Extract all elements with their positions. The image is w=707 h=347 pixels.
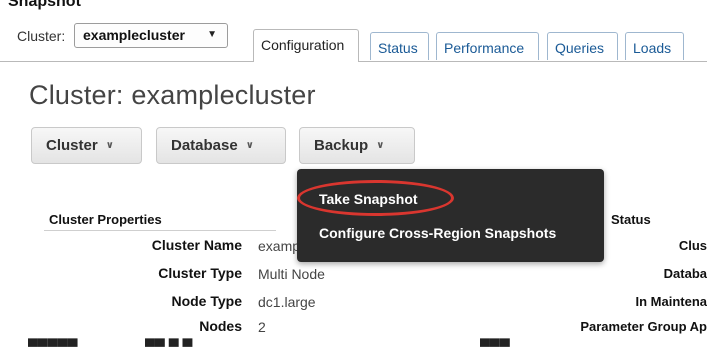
cropped-heading: Snapshot <box>0 0 707 14</box>
cluster-select[interactable]: examplecluster ▼ <box>74 23 228 48</box>
caret-down-icon: ▼ <box>207 29 217 40</box>
cluster-button[interactable]: Cluster ∨ <box>31 127 142 164</box>
status-label: Databa <box>663 266 707 281</box>
property-label: Cluster Type <box>158 265 242 281</box>
tab-label: Configuration <box>261 37 345 53</box>
menu-item-configure-cross-region-snapshots[interactable]: Configure Cross-Region Snapshots <box>319 225 556 241</box>
property-value: 2 <box>258 319 266 335</box>
status-label: Clus <box>678 238 707 253</box>
tab-status[interactable]: Status <box>370 32 429 60</box>
cluster-select-label: Cluster: <box>17 28 66 44</box>
database-button[interactable]: Database ∨ <box>156 127 286 164</box>
chevron-down-icon: ∨ <box>105 140 114 151</box>
cluster-properties-title: Cluster Properties <box>49 212 162 227</box>
backup-button-label: Backup <box>314 137 369 154</box>
cluster-select-value: examplecluster <box>83 27 185 43</box>
chevron-down-icon: ∨ <box>245 140 254 151</box>
cluster-properties-divider <box>44 230 276 231</box>
highlight-ring <box>297 180 454 216</box>
cluster-status-title: Status <box>611 212 651 227</box>
property-label: Cluster Name <box>151 237 242 253</box>
chevron-down-icon: ∨ <box>376 140 385 151</box>
cluster-button-label: Cluster <box>46 137 98 154</box>
tab-loads[interactable]: Loads <box>625 32 684 60</box>
property-value: examp <box>258 238 301 254</box>
property-label: Nodes <box>199 318 242 334</box>
status-label: In Maintena <box>635 294 707 309</box>
cropped-heading-text: Snapshot <box>8 0 81 10</box>
tab-configuration[interactable]: Configuration <box>253 29 359 62</box>
tab-label: Loads <box>633 40 672 56</box>
property-value: dc1.large <box>258 294 316 310</box>
backup-button[interactable]: Backup ∨ <box>299 127 415 164</box>
property-value: Multi Node <box>258 266 325 282</box>
status-label: Parameter Group Ap <box>580 319 707 334</box>
page-title: Cluster: examplecluster <box>29 80 316 110</box>
tab-performance[interactable]: Performance <box>436 32 539 60</box>
tab-label: Queries <box>555 40 605 56</box>
tab-label: Status <box>378 40 418 56</box>
database-button-label: Database <box>171 137 238 154</box>
tab-queries[interactable]: Queries <box>547 32 618 60</box>
property-label: Node Type <box>171 293 242 309</box>
tab-label: Performance <box>444 40 525 56</box>
cropped-bottom-row: ▀▀▀▀▀ ▀▀ ▀ ▀ ▀▀▀ <box>28 338 510 347</box>
